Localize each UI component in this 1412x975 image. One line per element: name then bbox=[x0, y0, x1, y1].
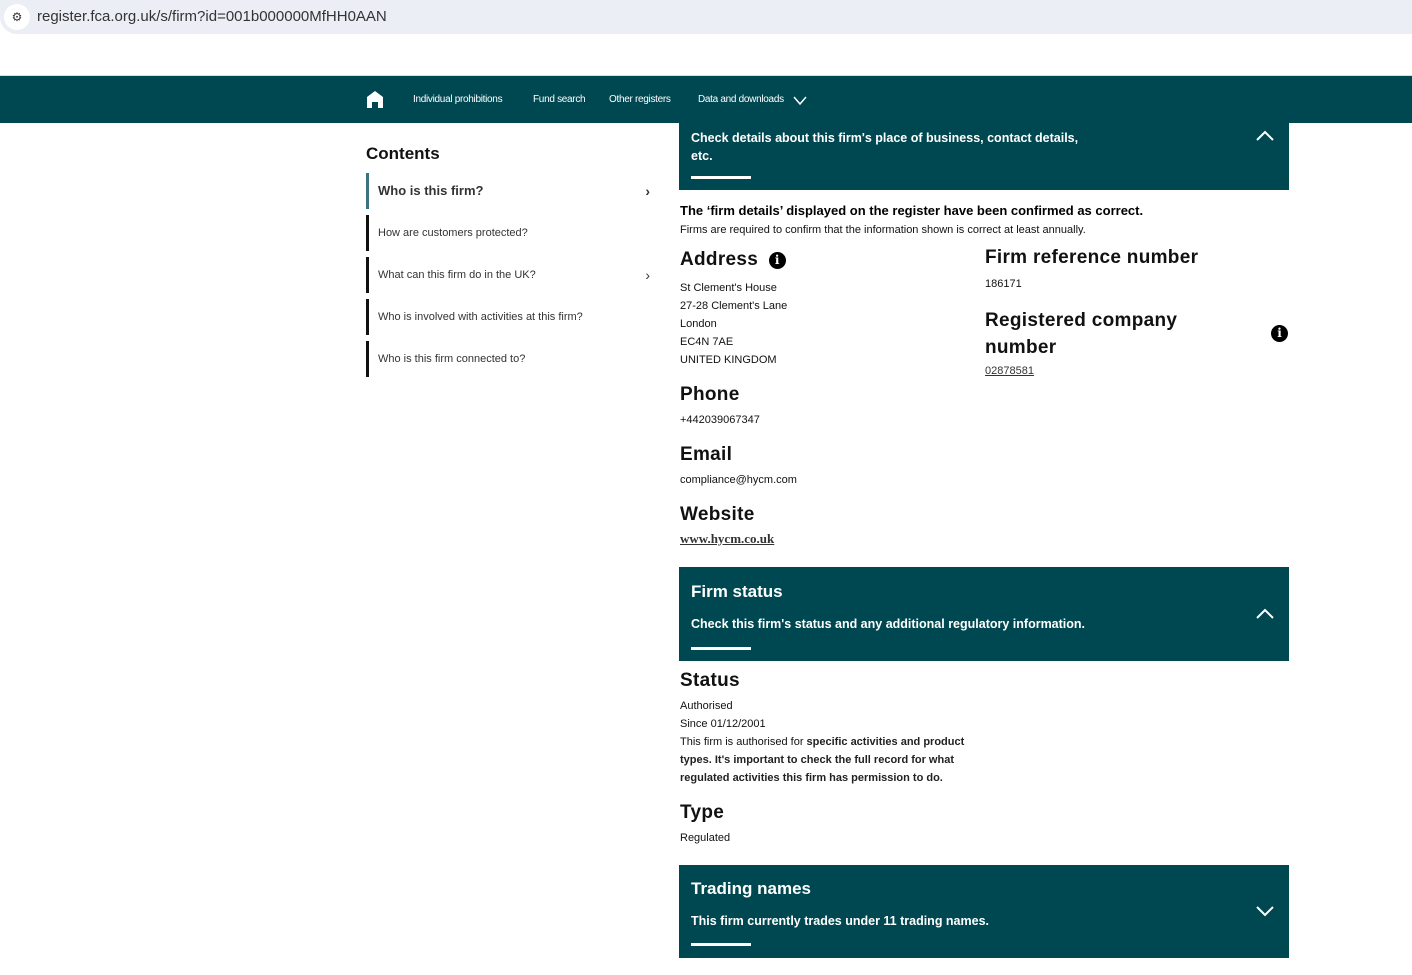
contents-item-label: How are customers protected? bbox=[378, 227, 528, 239]
nav-individual-prohibitions[interactable]: Individual prohibitions bbox=[413, 94, 503, 105]
contents-item-connected-to[interactable]: Who is this firm connected to? bbox=[366, 341, 656, 377]
chevron-up-icon[interactable] bbox=[1255, 604, 1275, 624]
status-heading: Status bbox=[680, 670, 740, 691]
address-block: St Clement's House 27-28 Clement's Lane … bbox=[680, 279, 787, 369]
email-heading: Email bbox=[680, 444, 733, 465]
chevron-down-icon[interactable] bbox=[793, 96, 807, 105]
contents-item-label: What can this firm do in the UK? bbox=[378, 269, 536, 281]
website-heading: Website bbox=[680, 504, 755, 525]
info-icon[interactable]: i bbox=[768, 252, 786, 270]
firm-status-panel-header[interactable]: Firm status Check this firm's status and… bbox=[679, 567, 1289, 661]
nav-other-registers[interactable]: Other registers bbox=[609, 94, 671, 105]
email-value: compliance@hycm.com bbox=[680, 474, 797, 486]
address-line: UNITED KINGDOM bbox=[680, 354, 777, 366]
frn-heading: Firm reference number bbox=[985, 247, 1199, 268]
home-icon[interactable] bbox=[367, 91, 383, 108]
top-nav: Individual prohibitions Fund search Othe… bbox=[0, 75, 1412, 123]
trading-names-subtitle: This firm currently trades under 11 trad… bbox=[691, 914, 990, 928]
status-since: Since 01/12/2001 bbox=[680, 718, 766, 730]
firm-status-title: Firm status bbox=[691, 582, 783, 601]
chevron-right-icon: › bbox=[645, 267, 650, 283]
confirmation-text: Firms are required to confirm that the i… bbox=[680, 224, 1086, 236]
contents-nav: Contents Who is this firm? › How are cust… bbox=[366, 144, 656, 383]
status-value: Authorised bbox=[680, 700, 733, 712]
address-heading: Address bbox=[680, 249, 759, 270]
address-line: London bbox=[680, 318, 717, 330]
address-line: 27-28 Clement's Lane bbox=[680, 300, 788, 312]
confirmation-title: The ‘firm details’ displayed on the regi… bbox=[680, 203, 1144, 218]
details-panel-subtitle: Check details about this firm's place of… bbox=[691, 131, 1079, 163]
trading-names-panel-header[interactable]: Trading names This firm currently trades… bbox=[679, 865, 1289, 958]
company-number-link[interactable]: 02878581 bbox=[985, 362, 1034, 380]
main-content: Check details about this firm's place of… bbox=[679, 123, 1289, 958]
contents-title: Contents bbox=[366, 144, 440, 163]
panel-divider bbox=[691, 647, 751, 650]
status-note: This firm is authorised for bbox=[680, 736, 807, 748]
phone-value: +442039067347 bbox=[680, 414, 760, 426]
type-heading: Type bbox=[680, 802, 725, 823]
chevron-down-icon[interactable] bbox=[1255, 901, 1275, 921]
company-number-heading: Registered company number bbox=[985, 310, 1178, 358]
website-link[interactable]: www.hycm.co.uk bbox=[680, 531, 774, 547]
contents-item-what-can-firm-do[interactable]: What can this firm do in the UK? › bbox=[366, 257, 656, 293]
phone-heading: Phone bbox=[680, 384, 740, 405]
contents-item-label: Who is this firm connected to? bbox=[378, 353, 526, 365]
panel-divider bbox=[691, 943, 751, 946]
contents-item-label: Who is involved with activities at this … bbox=[378, 311, 583, 323]
site-settings-icon[interactable]: ⚙ bbox=[4, 4, 30, 30]
url-text[interactable]: register.fca.org.uk/s/firm?id=001b000000… bbox=[37, 8, 387, 25]
nav-data-downloads[interactable]: Data and downloads bbox=[698, 94, 784, 105]
type-value: Regulated bbox=[680, 832, 731, 844]
address-bar[interactable]: ⚙ register.fca.org.uk/s/firm?id=001b0000… bbox=[0, 0, 1412, 34]
firm-status-subtitle: Check this firm's status and any additio… bbox=[691, 617, 1086, 631]
chevron-right-icon: › bbox=[645, 183, 650, 199]
address-line: St Clement's House bbox=[680, 282, 777, 294]
frn-value: 186171 bbox=[985, 278, 1022, 290]
chevron-up-icon[interactable] bbox=[1255, 126, 1275, 146]
trading-names-title: Trading names bbox=[691, 879, 811, 898]
contents-item-who-is-this-firm[interactable]: Who is this firm? › bbox=[366, 173, 656, 209]
address-line: EC4N 7AE bbox=[680, 336, 734, 348]
contents-item-who-is-involved[interactable]: Who is involved with activities at this … bbox=[366, 299, 656, 335]
panel-divider bbox=[691, 176, 751, 179]
details-panel-header[interactable]: Check details about this firm's place of… bbox=[679, 123, 1289, 190]
contents-item-customers-protected[interactable]: How are customers protected? bbox=[366, 215, 656, 251]
info-icon[interactable]: i bbox=[1271, 325, 1288, 342]
contents-item-label: Who is this firm? bbox=[378, 183, 484, 198]
status-block: Authorised Since 01/12/2001 This firm is… bbox=[680, 697, 990, 787]
nav-fund-search[interactable]: Fund search bbox=[533, 94, 586, 105]
